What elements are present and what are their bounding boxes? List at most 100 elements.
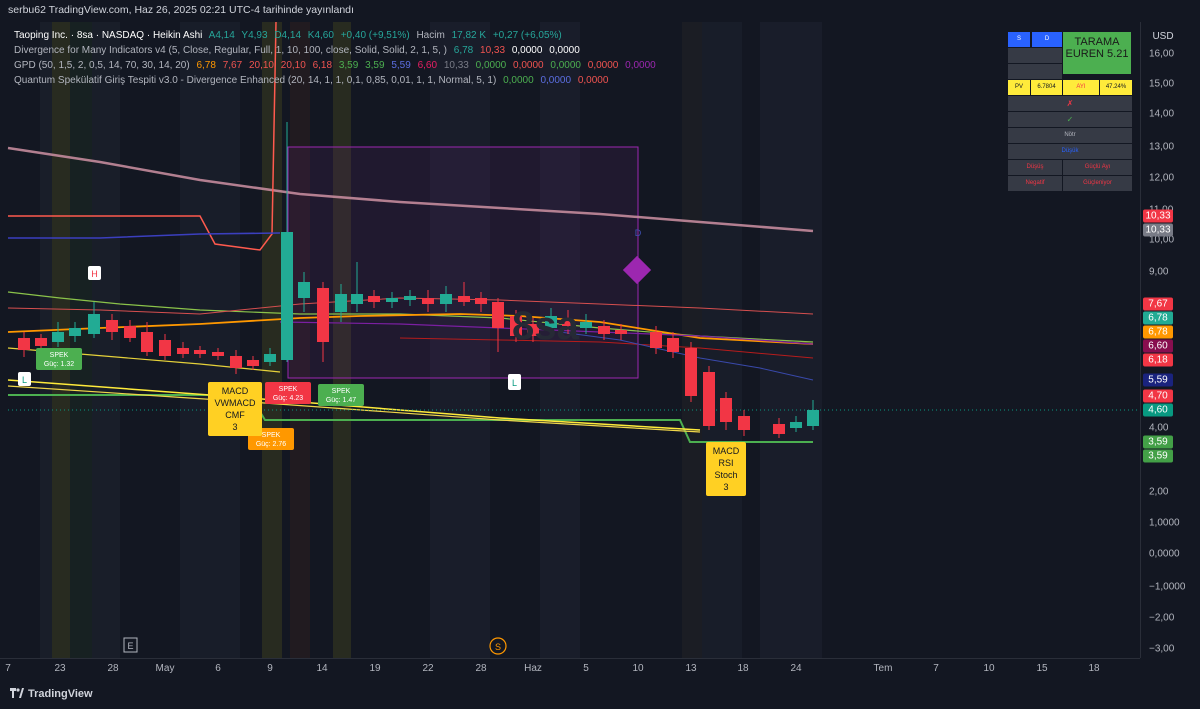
candle-body [458, 296, 470, 302]
svg-text:CMF: CMF [225, 410, 245, 420]
svg-text:MACD: MACD [713, 446, 740, 456]
price-badge: 7,67 [1143, 297, 1173, 311]
l-marker-left[interactable]: L [18, 372, 31, 386]
price-axis[interactable]: 16,0015,0014,0013,0012,0011,0010,009,004… [1140, 22, 1200, 658]
time-tick: 9 [267, 663, 273, 674]
zone-box[interactable] [287, 146, 639, 379]
table-header-d: D [1032, 32, 1062, 47]
l-marker-left-label: L [22, 375, 27, 385]
indicator-value: 0,0000 [587, 60, 619, 71]
l-marker-mid[interactable]: L [508, 374, 521, 390]
volume-value: 17,82 K [451, 30, 487, 41]
svg-text:MACD: MACD [222, 386, 249, 396]
price-badge: 3,59 [1143, 449, 1173, 463]
div-label-macd-vwmacd-cmf[interactable]: MACD VWMACD CMF 3 [208, 382, 262, 436]
chart-legend: Taoping Inc. · 8sa · NASDAQ · Heikin Ash… [14, 28, 660, 88]
indicator-row-quantum[interactable]: Quantum Spekülatif Giriş Tespiti v3.0 - … [14, 73, 660, 88]
time-tick: 14 [316, 663, 328, 674]
time-tick: 5 [583, 663, 589, 674]
candle-body [88, 314, 100, 334]
e-marker[interactable]: E [123, 637, 138, 653]
publish-info: serbu62 TradingView.com, Haz 26, 2025 02… [8, 4, 354, 16]
table-row-decline: Düşüş [1008, 160, 1062, 175]
svg-text:3: 3 [232, 422, 237, 432]
time-tick: 28 [107, 663, 119, 674]
candle-body [52, 332, 64, 342]
div-label-macd-rsi-stoch[interactable]: MACD RSI Stoch 3 [706, 442, 746, 496]
candle-body [738, 416, 750, 430]
indicator-value: 6,18 [312, 60, 333, 71]
indicator-value: 0,0000 [475, 60, 507, 71]
price-badge: 6,78 [1143, 325, 1173, 339]
candle-body [667, 338, 679, 352]
currency-selector[interactable]: USD [1142, 28, 1184, 46]
candle-body [773, 424, 785, 434]
svg-text:Stoch: Stoch [714, 470, 737, 480]
candle-body [335, 294, 347, 312]
spek-label-3[interactable]: SPEK Güç: 1.47 [318, 384, 364, 406]
candle-body [35, 338, 47, 346]
tradingview-logo[interactable]: TradingView [10, 688, 93, 700]
candle-body [650, 332, 662, 348]
price-tick: 4,00 [1149, 422, 1169, 434]
indicator-name[interactable]: Divergence for Many Indicators v4 (5, Cl… [14, 45, 447, 56]
time-tick: 24 [790, 663, 802, 674]
table-row-strong-bear: Güçlü Ayı [1063, 160, 1132, 175]
table-cell [1008, 64, 1062, 79]
tradingview-brand: TradingView [28, 688, 93, 700]
table-row-neutral: Nötr [1008, 128, 1132, 143]
indicator-value: 0,0000 [511, 45, 543, 56]
table-row-low: Düşük [1008, 144, 1132, 159]
candle-body [141, 332, 153, 352]
candle-body [790, 422, 802, 428]
time-tick: 23 [54, 663, 66, 674]
ohlc-high: Y4,93 [241, 30, 268, 41]
indicator-value: 6,60 [417, 60, 438, 71]
svg-text:SPEK: SPEK [262, 432, 281, 439]
time-tick: 7 [5, 663, 11, 674]
indicator-row-divergence[interactable]: Divergence for Many Indicators v4 (5, Cl… [14, 43, 660, 58]
candle-body [422, 298, 434, 304]
spek-label-2[interactable]: SPEK Güç: 4.23 [265, 382, 311, 404]
price-badge: 5,59 [1143, 373, 1173, 387]
candle-body [598, 326, 610, 334]
price-tick: 15,00 [1149, 78, 1175, 90]
time-tick: 28 [475, 663, 487, 674]
time-tick: 10 [632, 663, 644, 674]
indicator-value: 10,33 [480, 45, 506, 56]
s-marker-label: S [495, 642, 501, 652]
time-tick: Haz [524, 663, 542, 674]
indicator-value: 5,59 [391, 60, 411, 71]
candle-body [386, 298, 398, 302]
symbol-row[interactable]: Taoping Inc. · 8sa · NASDAQ · Heikin Ash… [14, 28, 660, 43]
candle-body [317, 288, 329, 342]
candle-body [703, 372, 715, 426]
candle-body [230, 356, 242, 368]
spek-label-1[interactable]: SPEK Güç: 1.32 [36, 348, 82, 370]
price-badge: 10,33 [1143, 223, 1173, 237]
h-marker[interactable]: H [88, 266, 101, 280]
indicator-row-gpd[interactable]: GPD (50, 1,5, 2, 0,5, 14, 70, 30, 14, 20… [14, 58, 660, 73]
indicator-name[interactable]: Quantum Spekülatif Giriş Tespiti v3.0 - … [14, 75, 496, 86]
price-badge: 6,78 [1143, 311, 1173, 325]
indicator-value: 7,67 [222, 60, 243, 71]
time-tick: May [155, 663, 175, 674]
symbol-title[interactable]: Taoping Inc. · 8sa · NASDAQ · Heikin Ash… [14, 30, 202, 41]
svg-text:SPEK: SPEK [50, 352, 69, 359]
volume-change: +0,27 (+6,05%) [492, 30, 562, 41]
pv-value: 6.7804 [1031, 80, 1062, 95]
indicator-value: 6,78 [453, 45, 474, 56]
indicator-value: 10,33 [443, 60, 469, 71]
time-axis[interactable]: 7 23 28 May 6 9 14 19 22 28 Haz 5 10 13 18 24 Tem 7 10 15 18 [0, 658, 1140, 679]
price-badge: 10,33 [1143, 209, 1173, 223]
indicator-name[interactable]: GPD (50, 1,5, 2, 0,5, 14, 70, 30, 14, 20… [14, 60, 190, 71]
candle-body [685, 348, 697, 396]
time-tick: 19 [369, 663, 381, 674]
candle-body [281, 232, 293, 360]
indicator-value: 0,0000 [513, 60, 544, 71]
price-badge: 3,59 [1143, 435, 1173, 449]
tarama-badge: TARAMA EUREN 5.21 [1063, 32, 1131, 74]
price-badge: 4,70 [1143, 389, 1173, 403]
candle-body [368, 296, 380, 302]
s-marker[interactable]: S [489, 637, 507, 655]
